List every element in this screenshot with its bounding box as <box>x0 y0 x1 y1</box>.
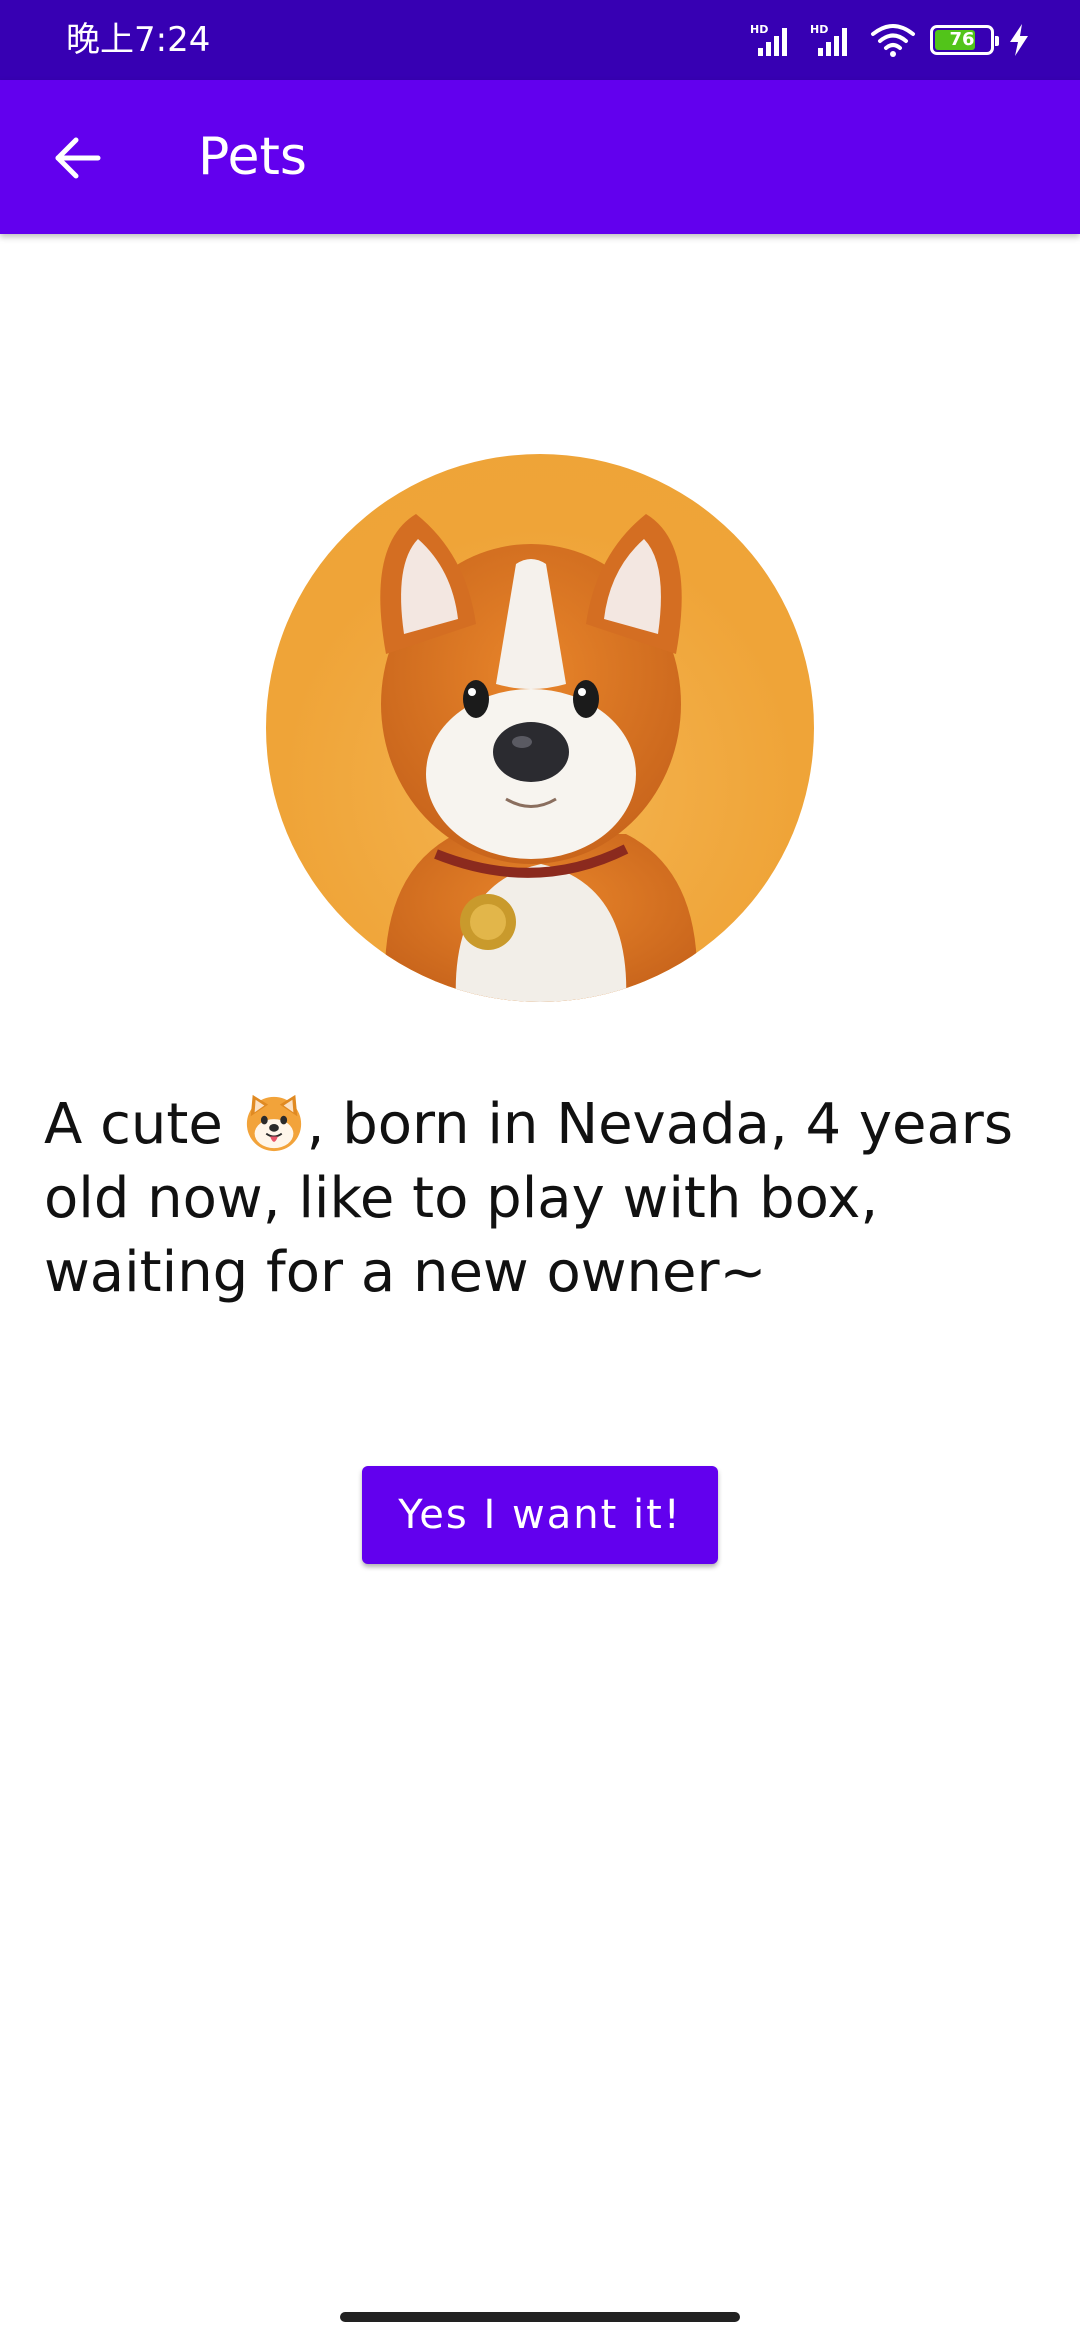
dog-face-emoji <box>246 1094 301 1152</box>
dog-avatar <box>380 514 698 1002</box>
battery-icon: 76 <box>930 25 999 55</box>
back-button[interactable] <box>38 118 118 198</box>
charging-icon <box>1010 24 1028 56</box>
arrow-back-icon <box>55 137 101 179</box>
battery-level-text: 76 <box>949 29 975 50</box>
status-icons: HD HD 76 <box>750 20 1030 60</box>
adopt-button[interactable]: Yes I want it! <box>362 1466 718 1564</box>
status-time: 晚上7:24 <box>66 20 211 60</box>
pet-avatar-image <box>266 454 814 1002</box>
pet-detail-screen: 晚上7:24 HD HD 76 Pets A cute , born in Ne… <box>0 0 1080 2340</box>
wifi-icon <box>871 24 915 57</box>
app-bar: Pets <box>0 80 1080 234</box>
svg-text:HD: HD <box>810 23 828 36</box>
status-bar: 晚上7:24 HD HD 76 <box>0 0 1080 80</box>
svg-text:HD: HD <box>750 23 768 36</box>
page-title: Pets <box>198 127 307 187</box>
hd-signal-icon: HD <box>810 23 847 56</box>
hd-signal-icon: HD <box>750 23 787 56</box>
pet-description: A cute , born in Nevada, 4 years old now… <box>44 1088 1044 1310</box>
battery-cap <box>995 36 999 46</box>
description-text-start: A cute <box>44 1092 241 1157</box>
home-indicator[interactable] <box>340 2312 740 2322</box>
